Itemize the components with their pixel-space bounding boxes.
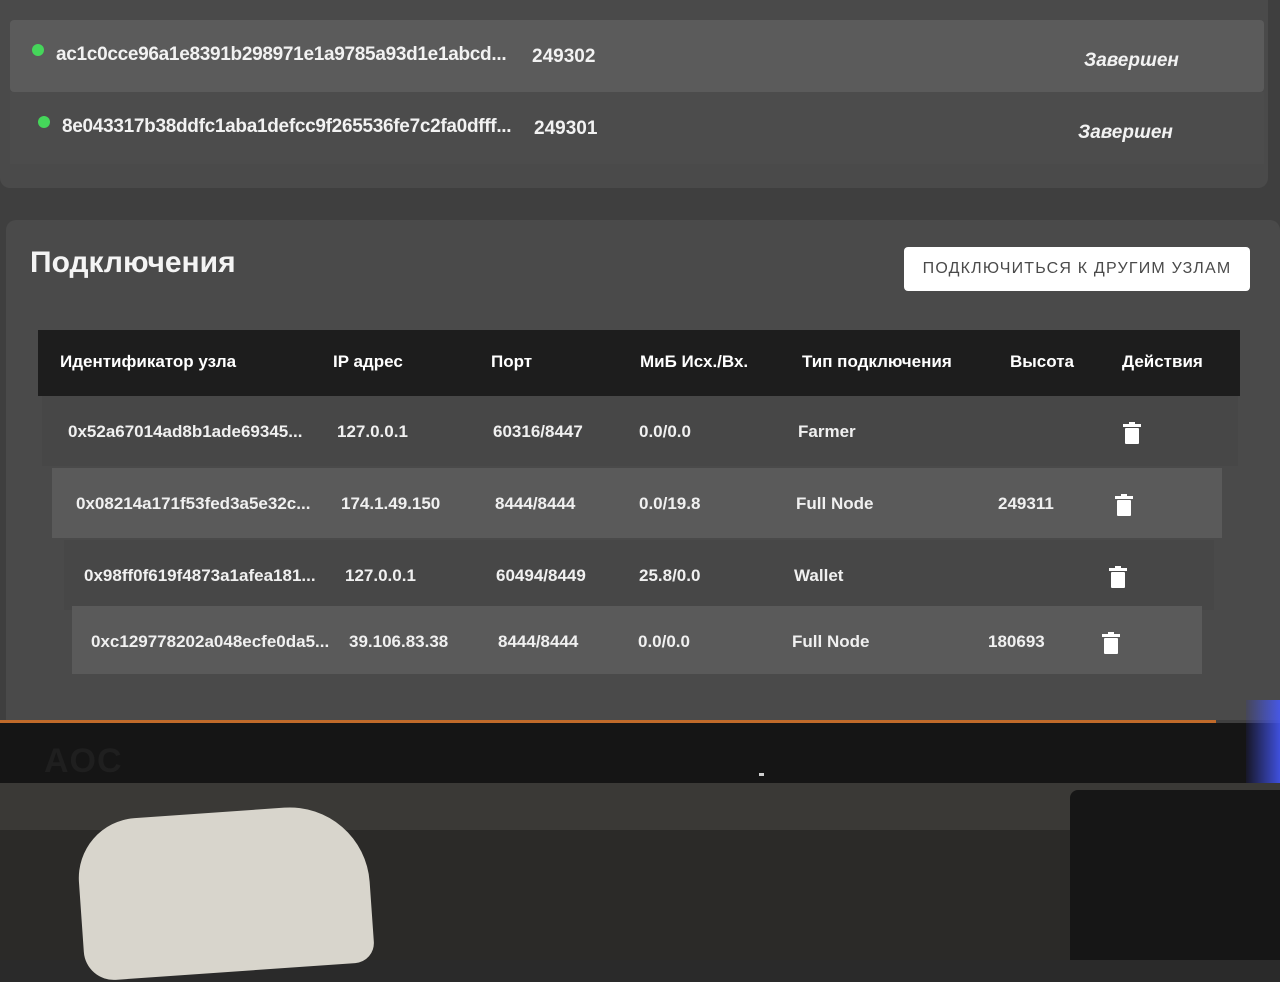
ip-address: 174.1.49.150 <box>341 494 441 513</box>
port: 60494/8449 <box>496 566 586 585</box>
cleaning-cloth <box>74 802 376 982</box>
block-state: Завершен <box>1084 50 1179 71</box>
column-header-port[interactable]: Порт <box>491 352 532 372</box>
port: 8444/8444 <box>495 494 576 513</box>
trash-icon[interactable] <box>1102 632 1120 654</box>
node-id: 0x98ff0f619f4873a1afea181... <box>84 566 316 585</box>
block-hash: ac1c0cce96a1e8391b298971e1a9785a93d1e1ab… <box>56 44 507 65</box>
trash-icon[interactable] <box>1109 566 1127 588</box>
mib-up-down: 0.0/0.0 <box>638 632 690 651</box>
background-light <box>1246 700 1280 790</box>
column-header-actions: Действия <box>1122 352 1203 371</box>
ip-address: 39.106.83.38 <box>349 632 449 651</box>
column-header-height[interactable]: Высота <box>1010 352 1074 372</box>
mib-up-down: 0.0/0.0 <box>639 422 691 441</box>
connection-type: Full Node <box>792 632 870 651</box>
mib-up-down: 0.0/19.8 <box>639 494 701 513</box>
node-id: 0x52a67014ad8b1ade69345... <box>68 422 303 441</box>
port: 8444/8444 <box>498 632 579 651</box>
ip-address: 127.0.0.1 <box>337 422 408 441</box>
connections-title: Подключения <box>30 246 236 279</box>
node-id: 0xc129778202a048ecfe0da5... <box>91 632 330 651</box>
port: 60316/8447 <box>493 422 583 441</box>
block-row[interactable]: ac1c0cce96a1e8391b298971e1a9785a93d1e1ab… <box>10 20 1264 92</box>
node-id: 0x08214a171f53fed3a5e32c... <box>76 494 311 513</box>
node-height: 249311 <box>998 494 1054 513</box>
connections-card: Подключения ПОДКЛЮЧИТЬСЯ К ДРУГИМ УЗЛАМ … <box>6 220 1280 720</box>
table-row: 0x98ff0f619f4873a1afea181... 127.0.0.1 6… <box>64 540 1214 610</box>
trash-icon[interactable] <box>1115 494 1133 516</box>
table-row: 0xc129778202a048ecfe0da5... 39.106.83.38… <box>72 606 1202 674</box>
monitor-brand-logo: AOC <box>44 742 123 780</box>
connections-table-header: Идентификатор узла IP адрес Порт МиБ Исх… <box>38 330 1240 396</box>
desk-device <box>1070 790 1280 960</box>
app-screen: ac1c0cce96a1e8391b298971e1a9785a93d1e1ab… <box>0 0 1280 730</box>
blocks-card: ac1c0cce96a1e8391b298971e1a9785a93d1e1ab… <box>0 0 1268 188</box>
status-dot <box>32 44 44 56</box>
table-row: 0x52a67014ad8b1ade69345... 127.0.0.1 603… <box>42 396 1238 466</box>
block-height: 249301 <box>534 118 598 139</box>
column-header-ip[interactable]: IP адрес <box>333 352 403 372</box>
ip-address: 127.0.0.1 <box>345 566 416 585</box>
block-state: Завершен <box>1078 122 1173 143</box>
column-header-connection-type[interactable]: Тип подключения <box>802 352 952 372</box>
connection-type: Wallet <box>794 566 844 585</box>
mib-up-down: 25.8/0.0 <box>639 566 701 585</box>
power-led <box>759 773 764 776</box>
connection-type: Full Node <box>796 494 874 513</box>
block-row[interactable]: 8e043317b38ddfc1aba1defcc9f265536fe7c2fa… <box>10 92 1264 164</box>
connect-to-nodes-button[interactable]: ПОДКЛЮЧИТЬСЯ К ДРУГИМ УЗЛАМ <box>904 247 1250 291</box>
node-height: 180693 <box>988 632 1045 651</box>
monitor-bezel <box>0 723 1280 783</box>
connection-type: Farmer <box>798 422 856 441</box>
trash-icon[interactable] <box>1123 422 1141 444</box>
status-dot <box>38 116 50 128</box>
block-hash: 8e043317b38ddfc1aba1defcc9f265536fe7c2fa… <box>62 116 512 137</box>
column-header-mib[interactable]: МиБ Исх./Вх. <box>640 352 748 372</box>
block-height: 249302 <box>532 46 596 67</box>
column-header-node-id[interactable]: Идентификатор узла <box>60 352 236 372</box>
table-row: 0x08214a171f53fed3a5e32c... 174.1.49.150… <box>52 468 1222 538</box>
